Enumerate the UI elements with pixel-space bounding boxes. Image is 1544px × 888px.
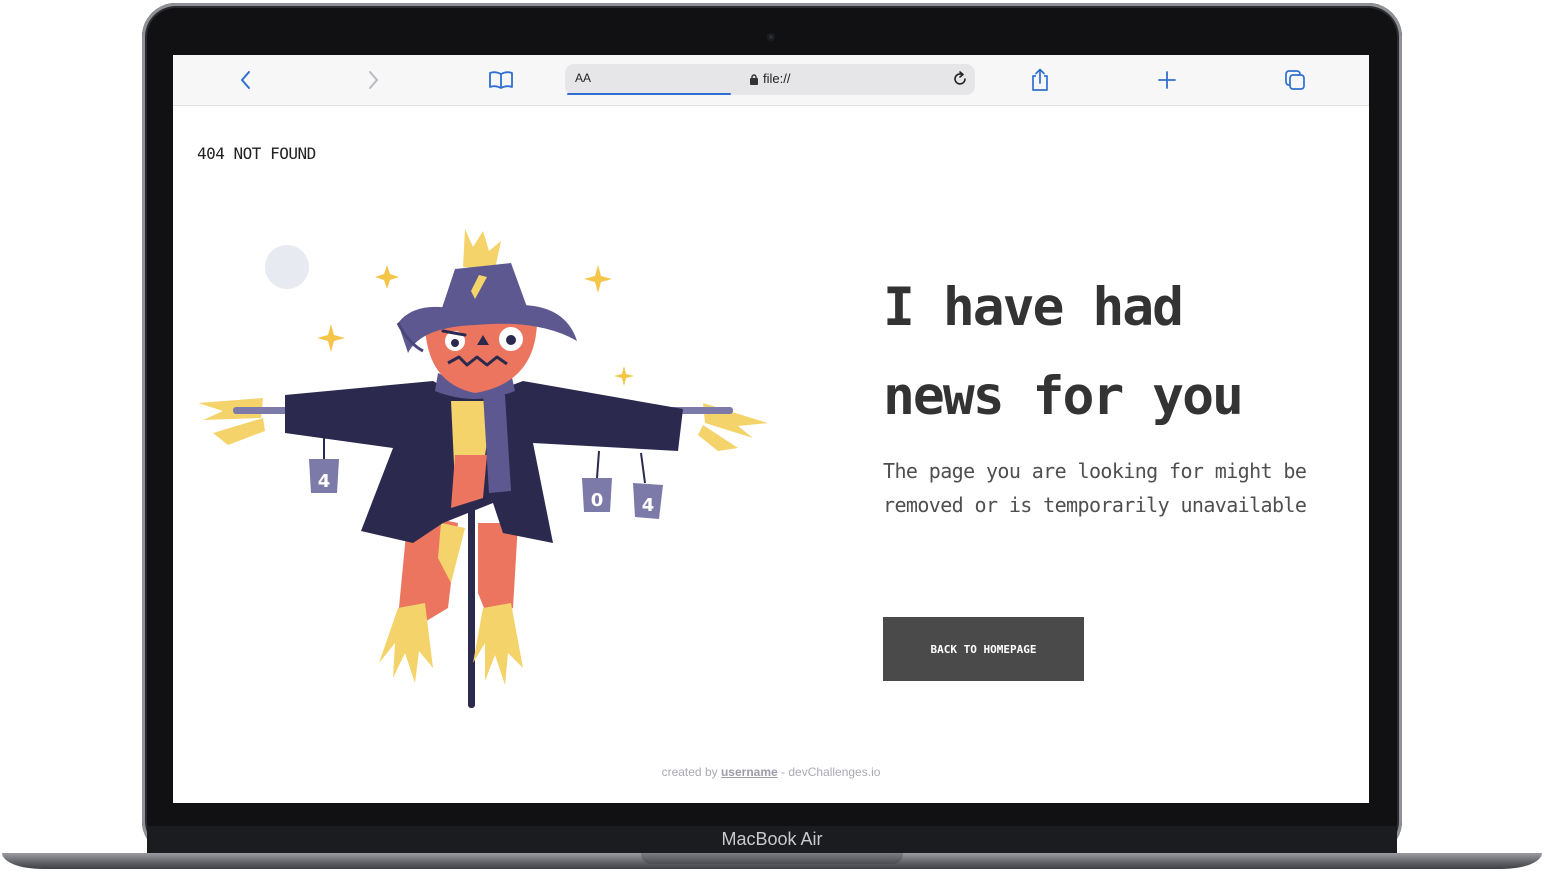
can-middle: 0 (582, 450, 612, 512)
back-icon[interactable] (233, 67, 259, 93)
footer-suffix: - devChallenges.io (781, 765, 881, 779)
laptop-chin: MacBook Air (147, 826, 1397, 856)
camera-icon (767, 33, 775, 41)
can-label-1: 4 (318, 471, 331, 492)
can-label-2: 0 (591, 490, 604, 511)
tabs-overview-icon[interactable] (1282, 67, 1308, 93)
new-tab-icon[interactable] (1154, 67, 1180, 93)
page-headline: I have had news for you (883, 263, 1353, 441)
text-size-button[interactable]: AA (575, 71, 591, 85)
scarecrow-illustration: 4 0 4 (198, 229, 768, 708)
can-left: 4 (309, 433, 339, 493)
error-message: The page you are looking for might be re… (883, 459, 1307, 517)
can-right: 4 (633, 452, 663, 519)
laptop-notch (641, 853, 903, 864)
bookmarks-icon[interactable] (488, 67, 514, 93)
url-display: file:// (749, 71, 790, 86)
url-text: file:// (763, 71, 791, 86)
moon-icon (265, 245, 309, 289)
reload-icon[interactable] (951, 70, 969, 92)
device-label: MacBook Air (721, 829, 823, 849)
can-label-3: 4 (642, 495, 655, 516)
back-to-homepage-button[interactable]: BACK TO HOMEPAGE (883, 617, 1084, 681)
forward-icon[interactable] (360, 67, 386, 93)
browser-toolbar: AA file:// (173, 55, 1369, 106)
footer-prefix: created by (661, 765, 718, 779)
lock-icon (750, 73, 758, 85)
brand-logo[interactable]: 404 NOT FOUND (197, 144, 316, 163)
headline-line-2: news for you (883, 366, 1244, 427)
headline-line-1: I have had (883, 277, 1184, 338)
footer-username-link[interactable]: username (721, 765, 778, 779)
address-bar[interactable]: AA file:// (565, 64, 975, 95)
footer-credit: created by username - devChallenges.io (173, 765, 1369, 779)
browser-window: AA file:// 404 NOT FOUND 4 0 4 I have ha… (173, 55, 1369, 803)
load-progress (567, 93, 731, 95)
share-icon[interactable] (1027, 67, 1053, 93)
